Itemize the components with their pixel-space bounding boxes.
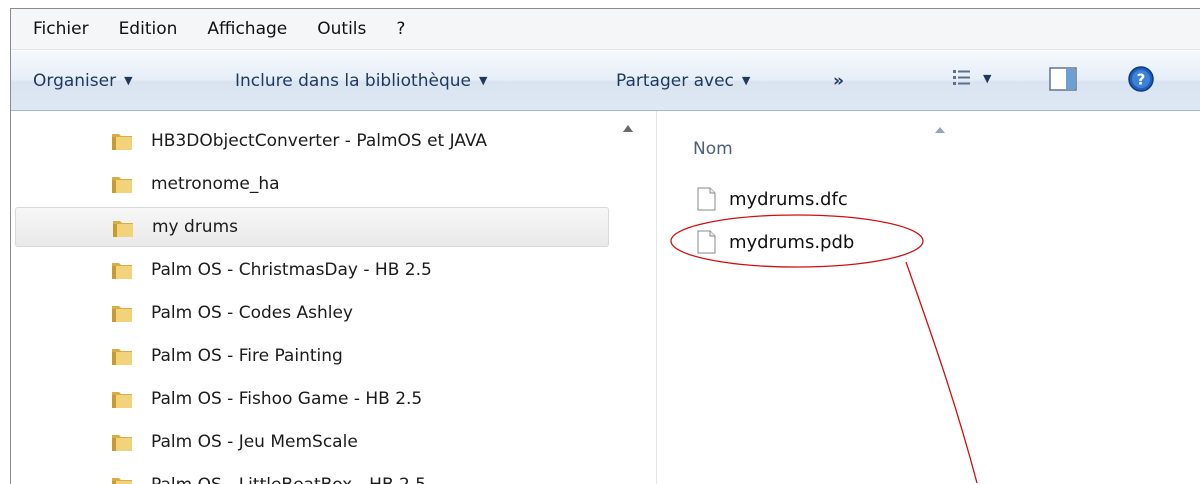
menu-bar: Fichier Edition Affichage Outils ? bbox=[11, 9, 1200, 50]
organize-label: Organiser bbox=[33, 70, 117, 91]
nav-folder-label: metronome_ha bbox=[151, 174, 280, 194]
scroll-up-icon[interactable] bbox=[623, 125, 633, 132]
nav-folder-label: Palm OS - Codes Ashley bbox=[151, 303, 353, 323]
more-commands-button[interactable]: » bbox=[833, 51, 844, 110]
nav-folder-item[interactable]: my drums bbox=[15, 207, 609, 247]
folder-icon bbox=[112, 435, 132, 451]
file-icon bbox=[697, 187, 716, 211]
menu-outils[interactable]: Outils bbox=[317, 19, 366, 39]
more-label: » bbox=[833, 70, 844, 91]
help-icon: ? bbox=[1128, 66, 1154, 92]
chevron-down-icon: ▼ bbox=[478, 74, 488, 87]
folder-icon bbox=[112, 177, 132, 193]
chevron-down-icon: ▼ bbox=[124, 74, 133, 87]
column-header-name[interactable]: Nom bbox=[693, 139, 733, 159]
nav-folder-item[interactable]: Palm OS - Codes Ashley bbox=[15, 293, 609, 333]
nav-folder-label: Palm OS - Fire Painting bbox=[151, 346, 343, 366]
file-item[interactable]: mydrums.dfc bbox=[697, 182, 848, 216]
nav-folder-label: Palm OS - Jeu MemScale bbox=[151, 432, 358, 452]
svg-text:?: ? bbox=[1137, 71, 1146, 89]
help-button[interactable]: ? bbox=[1127, 65, 1155, 93]
command-bar: Organiser ▼ Inclure dans la bibliothèque… bbox=[11, 51, 1200, 111]
folder-icon bbox=[113, 221, 133, 237]
preview-pane-icon bbox=[1049, 67, 1077, 91]
chevron-down-icon: ▼ bbox=[741, 74, 751, 87]
nav-folder-item[interactable]: Palm OS - LittleBeatBox - HB 2.5 bbox=[15, 465, 609, 484]
file-name: mydrums.dfc bbox=[729, 188, 848, 210]
folder-icon bbox=[112, 306, 132, 322]
nav-folder-item[interactable]: metronome_ha bbox=[15, 164, 609, 204]
nav-folder-label: Palm OS - Fishoo Game - HB 2.5 bbox=[151, 389, 423, 409]
share-label: Partager avec bbox=[616, 70, 734, 91]
sort-ascending-icon bbox=[935, 127, 945, 133]
nav-folder-label: my drums bbox=[152, 217, 238, 237]
menu-help[interactable]: ? bbox=[396, 19, 405, 39]
preview-pane-button[interactable] bbox=[1049, 66, 1077, 92]
navigation-pane[interactable]: HB3DObjectConverter - PalmOS et JAVA metr… bbox=[11, 111, 657, 484]
folder-icon bbox=[112, 263, 132, 279]
chevron-down-icon[interactable]: ▼ bbox=[983, 72, 991, 85]
include-label: Inclure dans la bibliothèque bbox=[235, 70, 471, 91]
view-options-button[interactable]: ▼ bbox=[951, 67, 991, 89]
menu-edition[interactable]: Edition bbox=[119, 19, 178, 39]
nav-folder-item[interactable]: Palm OS - Fishoo Game - HB 2.5 bbox=[15, 379, 609, 419]
nav-folder-label: HB3DObjectConverter - PalmOS et JAVA bbox=[151, 131, 488, 151]
view-options-icon bbox=[953, 70, 970, 85]
nav-folder-item[interactable]: Palm OS - ChristmasDay - HB 2.5 bbox=[15, 250, 609, 290]
nav-folder-item[interactable]: Palm OS - Jeu MemScale bbox=[15, 422, 609, 462]
nav-folder-item[interactable]: Palm OS - Fire Painting bbox=[15, 336, 609, 376]
folder-icon bbox=[112, 392, 132, 408]
include-in-library-button[interactable]: Inclure dans la bibliothèque ▼ bbox=[235, 51, 487, 110]
menu-affichage[interactable]: Affichage bbox=[207, 19, 287, 39]
nav-folder-item[interactable]: HB3DObjectConverter - PalmOS et JAVA bbox=[15, 121, 609, 161]
menu-fichier[interactable]: Fichier bbox=[33, 19, 89, 39]
file-item-highlighted[interactable]: mydrums.pdb bbox=[697, 225, 854, 259]
folder-icon bbox=[112, 349, 132, 365]
file-icon bbox=[697, 230, 716, 254]
organize-button[interactable]: Organiser ▼ bbox=[33, 51, 133, 110]
explorer-window: Fichier Edition Affichage Outils ? Organ… bbox=[10, 8, 1200, 484]
share-with-button[interactable]: Partager avec ▼ bbox=[616, 51, 750, 110]
folder-icon bbox=[112, 134, 132, 150]
file-list-pane[interactable]: Nom mydrums.dfc mydrums.pdb bbox=[657, 111, 1200, 484]
nav-folder-label: Palm OS - ChristmasDay - HB 2.5 bbox=[151, 260, 432, 280]
file-name: mydrums.pdb bbox=[729, 231, 855, 253]
